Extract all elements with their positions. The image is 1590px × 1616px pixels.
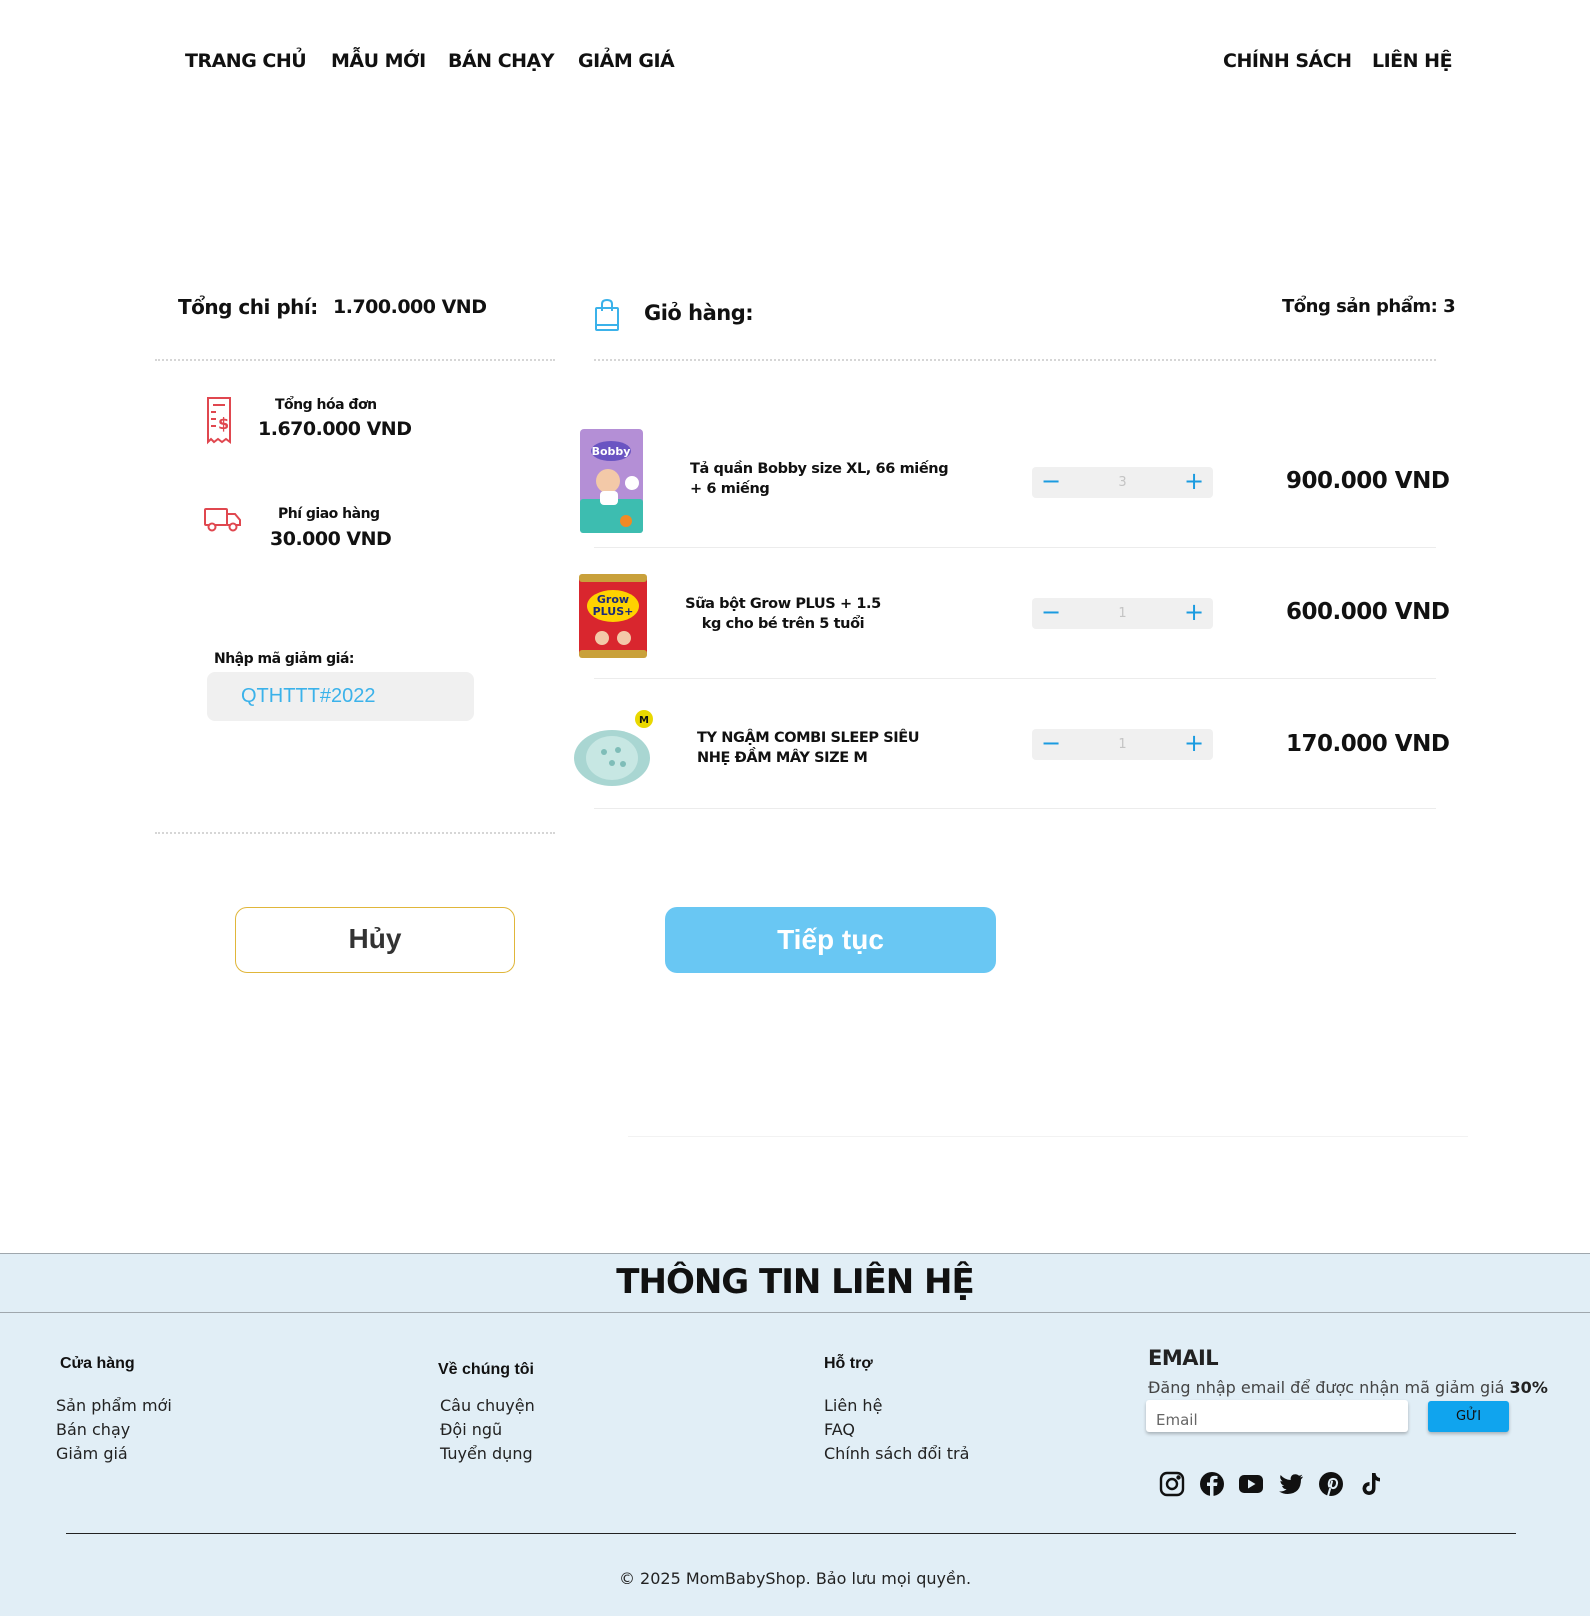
footer-link[interactable]: Đội ngũ	[440, 1420, 502, 1439]
increase-button[interactable]: +	[1179, 729, 1209, 760]
email-input[interactable]	[1146, 1400, 1408, 1432]
twitter-icon[interactable]	[1277, 1470, 1305, 1498]
instagram-icon[interactable]	[1158, 1470, 1186, 1498]
footer-about-heading: Về chúng tôi	[438, 1361, 534, 1378]
cancel-button[interactable]: Hủy	[235, 907, 515, 973]
quantity-value[interactable]: 1	[1118, 606, 1126, 621]
nav-contact[interactable]: LIÊN HỆ	[1372, 50, 1453, 72]
svg-text:M: M	[639, 715, 649, 726]
continue-button[interactable]: Tiếp tục	[665, 907, 996, 973]
footer-link[interactable]: Bán chạy	[56, 1420, 130, 1439]
send-button[interactable]: GỬI	[1428, 1401, 1509, 1432]
email-discount: 30%	[1509, 1378, 1548, 1397]
invoice-label: Tổng hóa đơn	[275, 397, 377, 413]
nav-bestseller[interactable]: BÁN CHẠY	[448, 50, 555, 72]
copyright: © 2025 MomBabyShop. Bảo lưu mọi quyền.	[618, 1569, 972, 1588]
footer-link[interactable]: Giảm giá	[56, 1444, 128, 1463]
product-name: Sữa bột Grow PLUS + 1.5 kg cho bé trên 5…	[685, 596, 881, 632]
email-title: EMAIL	[1148, 1346, 1219, 1370]
row-divider	[594, 547, 1436, 548]
footer-divider	[66, 1533, 1516, 1534]
truck-icon	[203, 505, 243, 538]
svg-text:PLUS+: PLUS+	[593, 605, 634, 618]
coupon-label: Nhập mã giảm giá:	[214, 651, 355, 667]
quantity-stepper: − 3 +	[1032, 467, 1213, 498]
pacifier-image: M	[570, 708, 656, 799]
youtube-icon[interactable]	[1237, 1470, 1265, 1498]
cart-count: Tổng sản phẩm: 3	[1282, 296, 1456, 317]
summary-total: 1.700.000 VND	[333, 296, 487, 318]
pinterest-icon[interactable]	[1317, 1470, 1345, 1498]
footer-title: THÔNG TIN LIÊN HỆ	[616, 1262, 974, 1302]
footer-link[interactable]: Sản phẩm mới	[56, 1396, 172, 1415]
divider	[155, 359, 555, 361]
row-divider	[594, 808, 1436, 809]
divider	[628, 1136, 1468, 1137]
tiktok-icon[interactable]	[1356, 1470, 1384, 1498]
product-name: Tả quần Bobby size XL, 66 miếng + 6 miến…	[690, 461, 949, 497]
decrease-button[interactable]: −	[1036, 467, 1066, 498]
decrease-button[interactable]: −	[1036, 598, 1066, 629]
email-description: Đăng nhập email để được nhận mã giảm giá…	[1148, 1378, 1548, 1397]
footer-store-heading: Cửa hàng	[60, 1355, 135, 1372]
footer-support-heading: Hỗ trợ	[824, 1355, 873, 1372]
decrease-button[interactable]: −	[1036, 729, 1066, 760]
receipt-icon: $	[206, 396, 232, 451]
facebook-icon[interactable]	[1198, 1470, 1226, 1498]
product-price: 600.000 VND	[1286, 599, 1450, 625]
svg-text:Bobby: Bobby	[592, 445, 631, 458]
nav-policy[interactable]: CHÍNH SÁCH	[1223, 50, 1352, 72]
milk-can-image: Grow PLUS+	[578, 572, 648, 665]
coupon-input[interactable]: QTHTTT#2022	[207, 672, 474, 721]
shipping-value: 30.000 VND	[270, 528, 392, 550]
quantity-stepper: − 1 +	[1032, 729, 1213, 760]
email-description-text: Đăng nhập email để được nhận mã giảm giá	[1148, 1378, 1510, 1397]
divider	[594, 359, 1436, 361]
nav-new[interactable]: MẪU MỚI	[331, 50, 426, 72]
row-divider	[594, 678, 1436, 679]
quantity-value[interactable]: 3	[1118, 475, 1126, 490]
footer-link[interactable]: FAQ	[824, 1420, 855, 1439]
summary-title: Tổng chi phí:	[178, 295, 318, 319]
product-price: 170.000 VND	[1286, 731, 1450, 757]
footer-link[interactable]: Chính sách đổi trả	[824, 1444, 969, 1463]
shipping-label: Phí giao hàng	[278, 506, 380, 522]
quantity-value[interactable]: 1	[1118, 737, 1126, 752]
increase-button[interactable]: +	[1179, 598, 1209, 629]
cart-title: Giỏ hàng:	[644, 301, 754, 325]
nav-home[interactable]: TRANG CHỦ	[185, 50, 307, 72]
invoice-value: 1.670.000 VND	[258, 418, 412, 440]
shopping-bag-icon	[594, 298, 620, 337]
quantity-stepper: − 1 +	[1032, 598, 1213, 629]
footer-link[interactable]: Tuyển dụng	[440, 1444, 533, 1463]
diaper-pack-image: Bobby	[578, 429, 645, 538]
footer-link[interactable]: Liên hệ	[824, 1396, 882, 1415]
divider	[155, 832, 555, 834]
product-price: 900.000 VND	[1286, 468, 1450, 494]
increase-button[interactable]: +	[1179, 467, 1209, 498]
svg-text:$: $	[218, 414, 229, 433]
footer-link[interactable]: Câu chuyện	[440, 1396, 535, 1415]
nav-sale[interactable]: GIẢM GIÁ	[578, 50, 675, 72]
product-name: TY NGẬM COMBI SLEEP SIÊU NHẸ ĐẦM MÂY SIZ…	[697, 730, 920, 766]
